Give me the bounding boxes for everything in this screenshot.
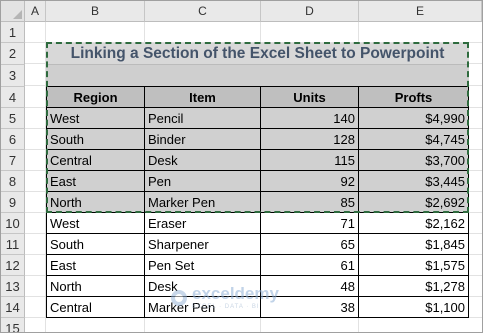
table-cell-profits[interactable]: $4,990 (359, 108, 469, 129)
table-header-item[interactable]: Item (145, 87, 261, 108)
exceldemy-logo-icon (171, 289, 187, 306)
row-header-10[interactable]: 10 (1, 213, 25, 234)
table-cell-item[interactable]: Eraser (145, 213, 261, 234)
table-cell-profits[interactable]: $2,162 (359, 213, 469, 234)
table-cell-region[interactable]: South (46, 129, 145, 150)
table-header-profits[interactable]: Profts (359, 87, 469, 108)
select-all-corner[interactable] (1, 1, 25, 22)
table-cell-region[interactable]: East (46, 255, 145, 276)
table-header-units[interactable]: Units (261, 87, 359, 108)
table-cell-region[interactable]: South (46, 234, 145, 255)
select-all-icon (13, 10, 22, 19)
table-cell-item[interactable]: Desk (145, 150, 261, 171)
table-cell-item[interactable]: Pencil (145, 108, 261, 129)
table-cell-item[interactable]: Pen Set (145, 255, 261, 276)
table-cell-units[interactable]: 71 (261, 213, 359, 234)
table-cell-item[interactable]: Sharpener (145, 234, 261, 255)
blank-row[interactable] (46, 65, 469, 87)
column-header-e[interactable]: E (359, 1, 482, 22)
table-cell-profits[interactable]: $3,700 (359, 150, 469, 171)
sheet-title[interactable]: Linking a Section of the Excel Sheet to … (46, 43, 469, 65)
watermark-tagline: EXCEL · DATA · BI (192, 304, 260, 310)
table-cell-item[interactable]: Marker Pen (145, 192, 261, 213)
table-cell-profits[interactable]: $1,278 (359, 276, 469, 297)
row-header-14[interactable]: 14 (1, 297, 25, 318)
column-header-c[interactable]: C (145, 1, 261, 22)
column-header-d[interactable]: D (261, 1, 359, 22)
watermark-name: exceldemy (192, 284, 279, 303)
row-header-8[interactable]: 8 (1, 171, 25, 192)
row-header-1[interactable]: 1 (1, 22, 25, 43)
table-cell-region[interactable]: East (46, 171, 145, 192)
table-cell-item[interactable]: Pen (145, 171, 261, 192)
table-cell-units[interactable]: 115 (261, 150, 359, 171)
table-cell-profits[interactable]: $1,575 (359, 255, 469, 276)
row-header-5[interactable]: 5 (1, 108, 25, 129)
table-cell-region[interactable]: Central (46, 150, 145, 171)
row-header-6[interactable]: 6 (1, 129, 25, 150)
table-cell-units[interactable]: 128 (261, 129, 359, 150)
row-header-15[interactable]: 15 (1, 318, 25, 332)
table-cell-profits[interactable]: $4,745 (359, 129, 469, 150)
table-cell-region[interactable]: West (46, 213, 145, 234)
table-cell-units[interactable]: 85 (261, 192, 359, 213)
table-cell-profits[interactable]: $2,692 (359, 192, 469, 213)
row-header-12[interactable]: 12 (1, 255, 25, 276)
table-cell-units[interactable]: 61 (261, 255, 359, 276)
row-header-3[interactable]: 3 (1, 65, 25, 87)
table-cell-units[interactable]: 65 (261, 234, 359, 255)
table-cell-profits[interactable]: $1,100 (359, 297, 469, 318)
spreadsheet: ABCDE 1 2 3 4 5 6 7 8 9 10 11 12 13 14 15 Linking a Se… (0, 0, 483, 333)
column-header-b[interactable]: B (46, 1, 145, 22)
row-header-4[interactable]: 4 (1, 87, 25, 108)
exceldemy-watermark: exceldemy EXCEL · DATA · BI (171, 285, 279, 310)
table-cell-region[interactable]: North (46, 192, 145, 213)
table-cell-units[interactable]: 92 (261, 171, 359, 192)
table-cell-profits[interactable]: $3,445 (359, 171, 469, 192)
table-cell-units[interactable]: 140 (261, 108, 359, 129)
table-header-region[interactable]: Region (46, 87, 145, 108)
row-header-13[interactable]: 13 (1, 276, 25, 297)
table-cell-region[interactable]: North (46, 276, 145, 297)
table-cell-profits[interactable]: $1,845 (359, 234, 469, 255)
row-header-7[interactable]: 7 (1, 150, 25, 171)
table-cell-region[interactable]: Central (46, 297, 145, 318)
table-cell-item[interactable]: Binder (145, 129, 261, 150)
row-header-11[interactable]: 11 (1, 234, 25, 255)
column-header-a[interactable]: A (25, 1, 46, 22)
row-header-2[interactable]: 2 (1, 43, 25, 65)
table-cell-region[interactable]: West (46, 108, 145, 129)
row-header-9[interactable]: 9 (1, 192, 25, 213)
